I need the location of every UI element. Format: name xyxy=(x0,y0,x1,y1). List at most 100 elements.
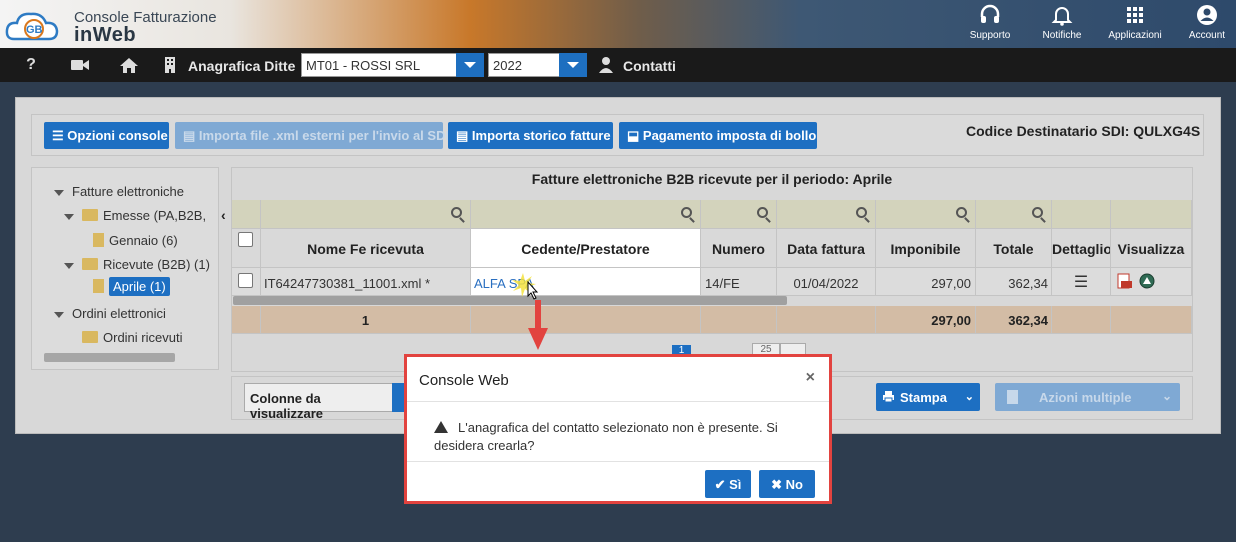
search-icon xyxy=(856,207,867,218)
folder-icon xyxy=(93,279,104,293)
tree-node-label: Fatture elettroniche xyxy=(72,184,185,199)
filter-supplier[interactable] xyxy=(471,200,701,229)
expand-icon xyxy=(64,213,74,220)
search-icon xyxy=(1032,207,1043,218)
nav-applicazioni[interactable]: Applicazioni xyxy=(1095,4,1175,41)
import-xml-button[interactable]: ▤ Importa file .xml esterni per l'invio … xyxy=(175,122,449,149)
close-icon[interactable]: × xyxy=(806,369,815,387)
totals-cell xyxy=(232,306,261,334)
search-icon xyxy=(757,207,768,218)
column-header-detail[interactable]: Dettaglio xyxy=(1052,229,1111,268)
tree-scrollbar[interactable] xyxy=(44,353,175,362)
column-header-number[interactable]: Numero xyxy=(701,229,777,268)
tree-node-ordini-ricevuti[interactable]: Ordini ricevuti xyxy=(82,330,182,345)
column-header-supplier[interactable]: Cedente/Prestatore xyxy=(471,229,701,268)
year-select[interactable]: 2022 xyxy=(488,53,560,77)
contacts-link[interactable]: Contatti xyxy=(623,58,676,74)
cross-icon: ✖ xyxy=(771,477,786,492)
tree-node-ricevute[interactable]: Ricevute (B2B) (1) xyxy=(64,257,210,272)
nav-label: Notifiche xyxy=(1042,30,1082,41)
totals-cell xyxy=(1111,306,1192,334)
tree-node-emesse[interactable]: Emesse (PA,B2B,B2 xyxy=(64,208,207,223)
nav-supporto[interactable]: Supporto xyxy=(950,4,1030,41)
company-select[interactable]: MT01 - ROSSI SRL xyxy=(301,53,457,77)
video-icon[interactable] xyxy=(70,56,90,74)
yes-button-label: Sì xyxy=(729,477,742,492)
stamp-duty-button[interactable]: ⬓ Pagamento imposta di bollo xyxy=(619,122,817,149)
tree-node-label-selected: Aprile (1) xyxy=(109,277,170,296)
folder-open-icon xyxy=(82,209,98,221)
nav-label: Applicazioni xyxy=(1108,30,1162,41)
row-file-cell: IT64247730381_11001.xml * xyxy=(261,268,471,296)
search-icon xyxy=(451,207,462,218)
chevron-down-icon: ⌄ xyxy=(1161,389,1172,403)
filter-total[interactable] xyxy=(976,200,1052,229)
columns-select[interactable]: Colonne da visualizzare xyxy=(244,383,394,421)
help-icon[interactable]: ? xyxy=(21,56,41,74)
year-dropdown-button[interactable] xyxy=(559,53,587,77)
nav-label: Account xyxy=(1188,30,1226,41)
file-icon: ▤ xyxy=(456,128,472,143)
cursor-icon xyxy=(512,273,539,300)
logo-icon: GB xyxy=(5,12,59,41)
multi-actions-label: Azioni multiple xyxy=(1039,390,1132,405)
yes-button[interactable]: ✔ Sì xyxy=(705,470,751,498)
row-total-cell: 362,34 xyxy=(976,268,1052,296)
nav-account[interactable]: Account xyxy=(1167,4,1236,41)
filter-date[interactable] xyxy=(777,200,876,229)
totals-taxable: 297,00 xyxy=(876,306,976,334)
tree-node-fatture[interactable]: Fatture elettroniche xyxy=(54,184,184,199)
company-dropdown-button[interactable] xyxy=(456,53,484,77)
detail-menu-icon[interactable]: ☰ xyxy=(1052,268,1111,296)
row-taxable-cell: 297,00 xyxy=(876,268,976,296)
tree-node-label: Ricevute (B2B) (1) xyxy=(103,257,210,272)
tree-node-ordini[interactable]: Ordini elettronici xyxy=(54,306,166,321)
import-history-button[interactable]: ▤ Importa storico fatture xyxy=(448,122,613,149)
select-all-cell xyxy=(232,229,261,268)
row-checkbox[interactable] xyxy=(238,273,253,288)
tree-node-label: Ordini elettronici xyxy=(72,306,166,321)
column-header-file[interactable]: Nome Fe ricevuta xyxy=(261,229,471,268)
pdf-icon[interactable] xyxy=(1117,273,1133,289)
row-supplier-link[interactable]: ALFA SPA xyxy=(471,268,701,296)
arrow-down-icon xyxy=(528,300,548,350)
user-icon xyxy=(1197,5,1217,25)
dialog-message: L'anagrafica del contatto selezionato no… xyxy=(434,420,778,453)
totals-count: 1 xyxy=(261,306,471,334)
column-header-taxable[interactable]: Imponibile xyxy=(876,229,976,268)
file-icon: ▤ xyxy=(183,128,199,143)
tree-node-label: Gennaio (6) xyxy=(109,233,178,248)
filter-file[interactable] xyxy=(261,200,471,229)
options-button[interactable]: ☰ Opzioni console xyxy=(44,122,169,149)
app-header: GB Console Fatturazione inWeb Supporto N… xyxy=(0,0,1236,48)
column-header-view[interactable]: Visualizza xyxy=(1111,229,1192,268)
toolbar: ? Anagrafica Ditte MT01 - ROSSI SRL 2022… xyxy=(0,48,1236,82)
totals-total: 362,34 xyxy=(976,306,1052,334)
nav-notifiche[interactable]: Notifiche xyxy=(1022,4,1102,41)
filter-taxable[interactable] xyxy=(876,200,976,229)
warning-icon xyxy=(434,421,448,433)
select-all-checkbox[interactable] xyxy=(238,232,253,247)
totals-cell xyxy=(701,306,777,334)
home-icon[interactable] xyxy=(119,56,139,74)
filter-number[interactable] xyxy=(701,200,777,229)
tree-node-label: Emesse (PA,B2B,B2 xyxy=(103,208,207,223)
column-header-date[interactable]: Data fattura xyxy=(777,229,876,268)
column-header-total[interactable]: Totale xyxy=(976,229,1052,268)
chevron-down-icon: ⌄ xyxy=(964,391,974,403)
xml-viewer-icon[interactable] xyxy=(1139,273,1155,289)
no-button[interactable]: ✖ No xyxy=(759,470,815,498)
collapse-tree-icon[interactable]: ‹ xyxy=(219,201,231,230)
print-button[interactable]: Stampa ⌄ xyxy=(876,383,980,411)
import-history-button-label: Importa storico fatture xyxy=(471,128,611,143)
search-icon xyxy=(681,207,692,218)
bell-icon xyxy=(1051,7,1073,26)
check-icon: ✔ xyxy=(714,477,730,492)
row-view-cell xyxy=(1111,268,1192,296)
multi-actions-button[interactable]: Azioni multiple ⌄ xyxy=(995,383,1180,411)
tree-node-gennaio[interactable]: Gennaio (6) xyxy=(93,233,178,248)
filter-cell xyxy=(232,200,261,229)
printer-icon xyxy=(883,391,894,403)
tree-node-aprile[interactable]: Aprile (1) xyxy=(93,277,170,296)
folder-open-icon xyxy=(82,258,98,270)
